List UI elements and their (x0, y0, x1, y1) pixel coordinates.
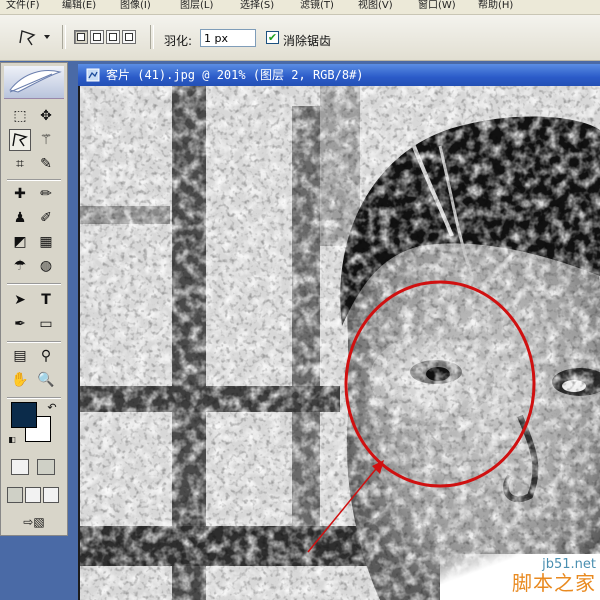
blur-tool-icon[interactable]: ☂ (9, 255, 31, 277)
menu-file[interactable]: 文件(F) (6, 0, 40, 12)
move-tool-icon[interactable]: ✥ (35, 105, 57, 127)
hand-tool-icon[interactable]: ✋ (9, 369, 31, 391)
watermark-text: 脚本之家 (512, 571, 596, 595)
toolbox-separator (7, 283, 61, 285)
zoom-tool-icon[interactable]: 🔍 (35, 369, 57, 391)
standard-screen-mode-button[interactable] (7, 487, 23, 503)
full-screen-mode-button[interactable] (43, 487, 59, 503)
menu-edit[interactable]: 编辑(E) (62, 0, 96, 12)
add-to-selection-button[interactable] (90, 30, 104, 44)
toolbox-separator (7, 341, 61, 343)
subtract-from-selection-button[interactable] (106, 30, 120, 44)
pen-tool-icon[interactable]: ✒ (9, 313, 31, 335)
crop-tool-icon[interactable]: ⌗ (9, 153, 31, 175)
document-title-bar[interactable]: 客片 (41).jpg @ 201% (图层 2, RGB/8#) (78, 64, 600, 86)
default-colors-icon[interactable]: ◧ (7, 435, 17, 445)
healing-brush-tool-icon[interactable]: ✚ (9, 183, 31, 205)
full-screen-menu-mode-button[interactable] (25, 487, 41, 503)
feather-logo-icon (9, 70, 62, 93)
slice-tool-icon[interactable]: ✎ (35, 153, 57, 175)
tool-preset-picker[interactable] (16, 27, 56, 47)
options-separator (62, 25, 66, 49)
notes-tool-icon[interactable]: ▤ (9, 345, 31, 367)
gradient-tool-icon[interactable]: ▦ (35, 231, 57, 253)
rectangle-tool-icon[interactable]: ▭ (35, 313, 57, 335)
anti-alias-checkbox[interactable]: ✔ (266, 31, 279, 44)
menu-window[interactable]: 窗口(W) (418, 0, 456, 12)
jump-to-imageready-icon[interactable]: ⇨▧ (9, 511, 59, 533)
watermark: jb51.net 脚本之家 (440, 554, 600, 600)
type-tool-icon[interactable]: T (35, 289, 57, 311)
brush-tool-icon[interactable]: ✏ (35, 183, 57, 205)
new-selection-button[interactable] (74, 30, 88, 44)
feather-input[interactable] (200, 29, 256, 47)
document-window: 客片 (41).jpg @ 201% (图层 2, RGB/8#) (78, 64, 600, 600)
eraser-tool-icon[interactable]: ◩ (9, 231, 31, 253)
menu-layer[interactable]: 图层(L) (180, 0, 213, 12)
menu-bar: 文件(F) 编辑(E) 图像(I) 图层(L) 选择(S) 滤镜(T) 视图(V… (0, 0, 600, 15)
toolbox-separator (7, 397, 61, 399)
menu-image[interactable]: 图像(I) (120, 0, 151, 12)
polygonal-lasso-icon (19, 30, 50, 46)
swap-colors-icon[interactable]: ↶ (45, 401, 59, 415)
polygonal-lasso-tool-icon[interactable] (9, 129, 31, 151)
foreground-color-swatch[interactable] (11, 402, 37, 428)
menu-view[interactable]: 视图(V) (358, 0, 393, 12)
marquee-tool-icon[interactable]: ⬚ (9, 105, 31, 127)
image-canvas[interactable] (80, 86, 600, 600)
menu-help[interactable]: 帮助(H) (478, 0, 513, 12)
standard-mode-button[interactable] (11, 459, 29, 475)
history-brush-tool-icon[interactable]: ✐ (35, 207, 57, 229)
anti-alias-label: 消除锯齿 (283, 34, 332, 48)
options-bar: 羽化: ✔ 消除锯齿 (0, 15, 600, 61)
magic-wand-tool-icon[interactable]: ⚚ (35, 129, 57, 151)
toolbox-separator (7, 179, 61, 181)
toolbox: ⬚ ✥ ⚚ ⌗ ✎ ✚ ✏ ♟ ✐ ◩ ▦ ☂ ◍ ➤ T ✒ ▭ ▤ ⚲ ✋ … (0, 62, 68, 536)
path-selection-tool-icon[interactable]: ➤ (9, 289, 31, 311)
menu-filter[interactable]: 滤镜(T) (300, 0, 334, 12)
feather-label: 羽化: (164, 34, 193, 48)
quick-mask-button[interactable] (37, 459, 55, 475)
dirt-noise-overlay (80, 86, 600, 600)
photoshop-document-icon (86, 68, 100, 82)
dodge-tool-icon[interactable]: ◍ (35, 255, 57, 277)
toolbox-header[interactable] (4, 66, 64, 99)
clone-stamp-tool-icon[interactable]: ♟ (9, 207, 31, 229)
document-title: 客片 (41).jpg @ 201% (图层 2, RGB/8#) (106, 68, 364, 82)
intersect-selection-button[interactable] (122, 30, 136, 44)
menu-select[interactable]: 选择(S) (240, 0, 274, 12)
options-separator (150, 25, 154, 49)
eyedropper-tool-icon[interactable]: ⚲ (35, 345, 57, 367)
